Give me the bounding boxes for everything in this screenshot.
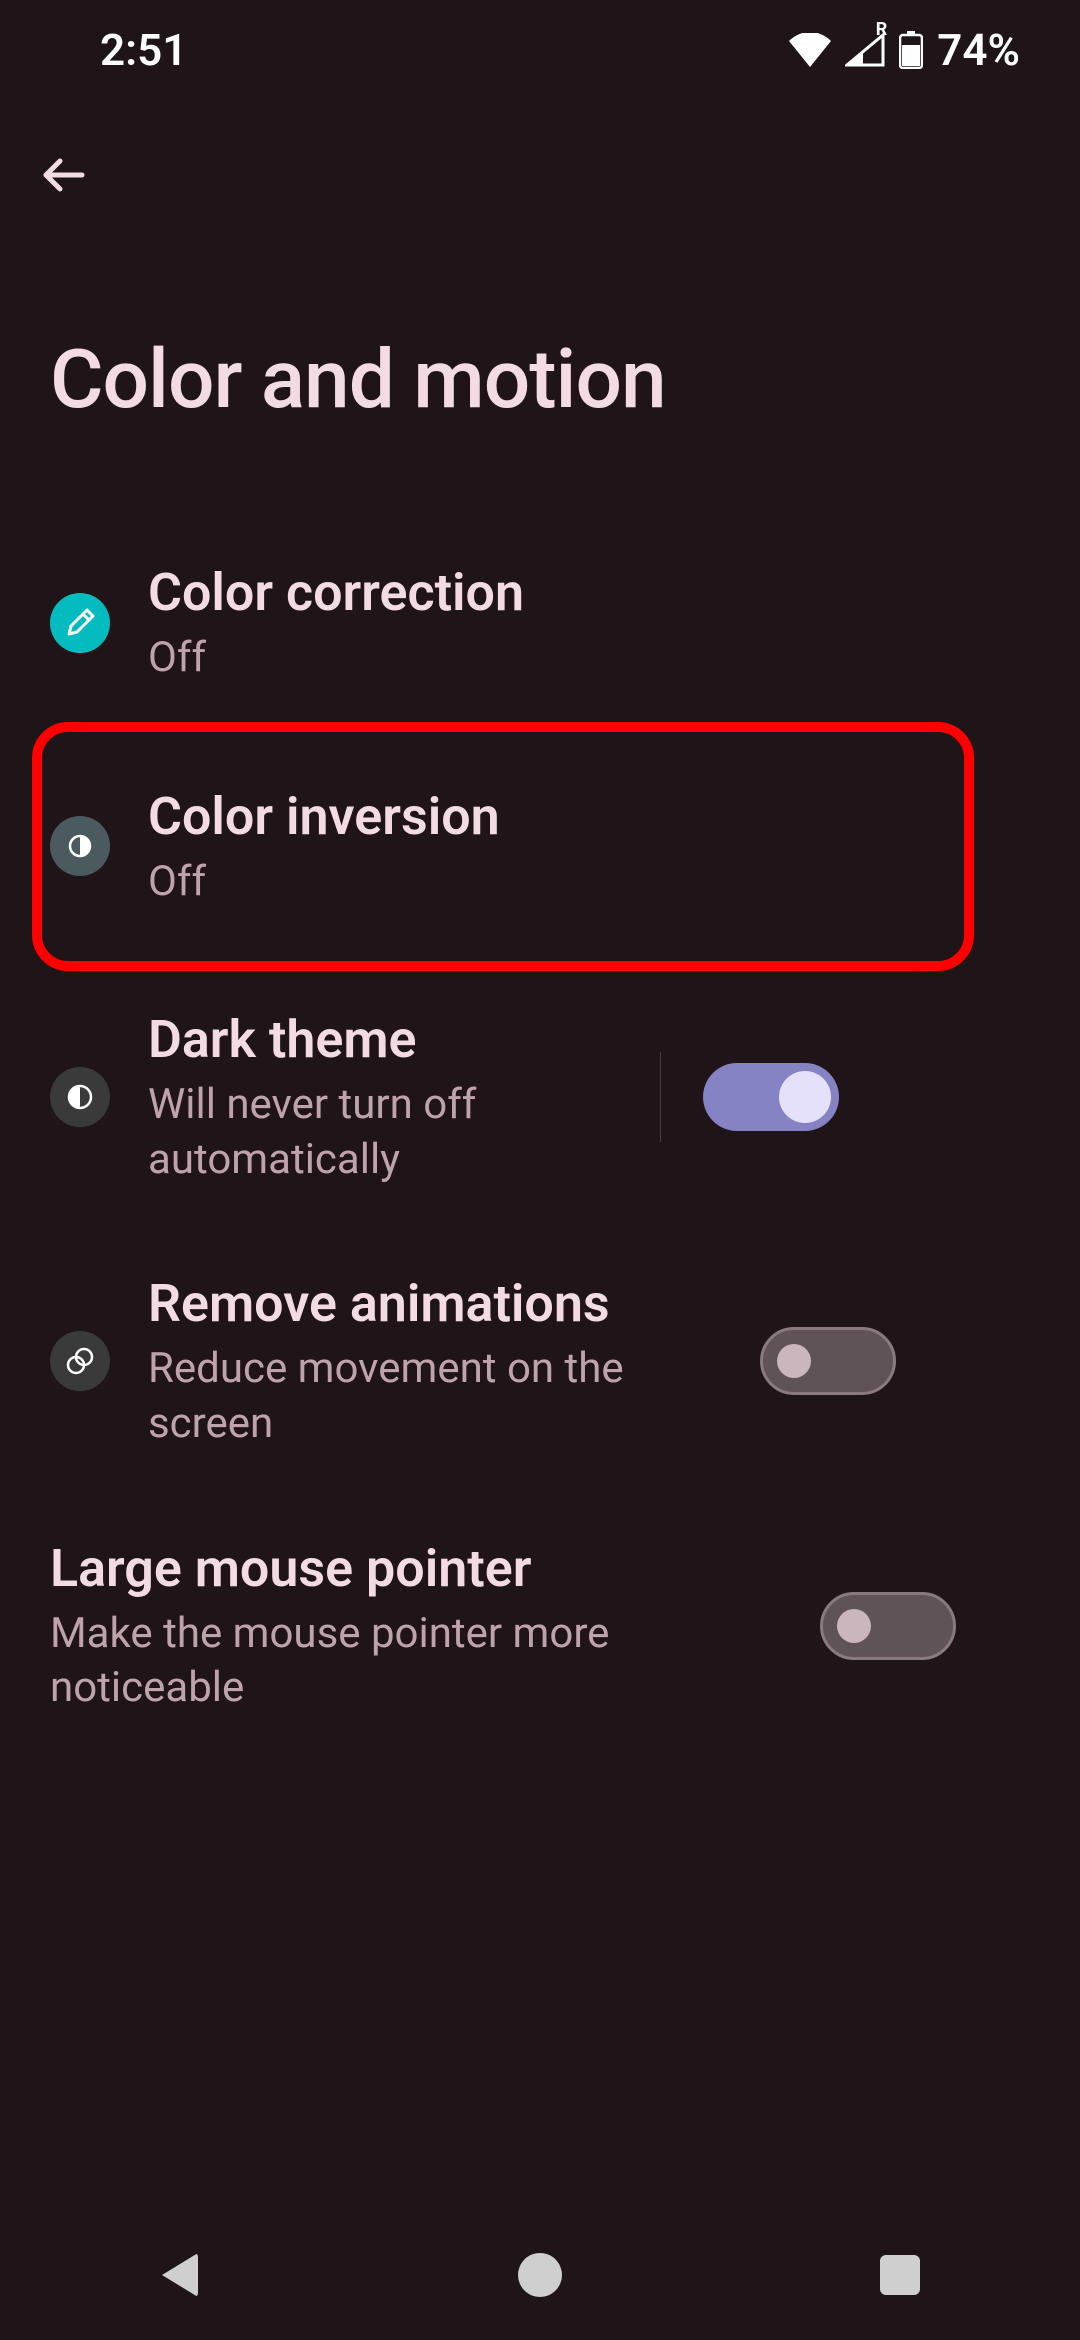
status-right: R 74% [789, 24, 1020, 76]
remove-animations-switch-area [730, 1327, 896, 1395]
circle-home-icon [518, 2253, 562, 2297]
item-subtitle: Off [148, 631, 1030, 686]
battery-text: 74% [937, 24, 1020, 76]
remove-animations-switch[interactable] [760, 1327, 896, 1395]
nav-home-button[interactable] [450, 2225, 630, 2325]
square-recents-icon [880, 2255, 920, 2295]
contrast-icon [50, 1067, 110, 1127]
item-title: Large mouse pointer [50, 1536, 790, 1601]
nav-back-button[interactable] [90, 2225, 270, 2325]
item-title: Color inversion [148, 784, 1030, 849]
item-title: Dark theme [148, 1007, 630, 1072]
triangle-back-icon [162, 2253, 198, 2297]
back-button[interactable] [28, 140, 100, 212]
arrow-back-icon [38, 149, 90, 204]
roaming-indicator: R [876, 19, 888, 40]
animation-icon [50, 1331, 110, 1391]
item-title: Color correction [148, 560, 1030, 625]
wifi-icon [789, 33, 831, 67]
navigation-bar [0, 2210, 1080, 2340]
item-title: Remove animations [148, 1271, 730, 1336]
nav-recents-button[interactable] [810, 2225, 990, 2325]
item-color-inversion[interactable]: Color inversion Off [0, 728, 1080, 966]
eyedropper-icon [50, 593, 110, 653]
app-bar [0, 100, 1080, 212]
vertical-separator [660, 1052, 661, 1142]
battery-icon [899, 31, 923, 69]
item-remove-animations[interactable]: Remove animations Reduce movement on the… [0, 1229, 1080, 1493]
item-subtitle: Make the mouse pointer more noticeable [50, 1607, 790, 1716]
item-subtitle: Off [148, 855, 1030, 910]
large-mouse-pointer-switch[interactable] [820, 1592, 956, 1660]
dark-theme-switch[interactable] [703, 1063, 839, 1131]
large-mouse-pointer-switch-area [790, 1592, 956, 1660]
half-circle-icon [50, 816, 110, 876]
item-large-mouse-pointer[interactable]: Large mouse pointer Make the mouse point… [0, 1494, 1080, 1758]
dark-theme-switch-area [630, 1052, 839, 1142]
item-subtitle: Will never turn off automatically [148, 1078, 630, 1187]
item-dark-theme[interactable]: Dark theme Will never turn off automatic… [0, 965, 1080, 1229]
status-time: 2:51 [100, 24, 187, 76]
item-subtitle: Reduce movement on the screen [148, 1342, 730, 1451]
signal-icon: R [845, 33, 885, 67]
settings-list: Color correction Off Color inversion Off… [0, 508, 1080, 1758]
page-title: Color and motion [0, 212, 1080, 508]
status-bar: 2:51 R 74% [0, 0, 1080, 100]
item-color-correction[interactable]: Color correction Off [0, 518, 1080, 728]
